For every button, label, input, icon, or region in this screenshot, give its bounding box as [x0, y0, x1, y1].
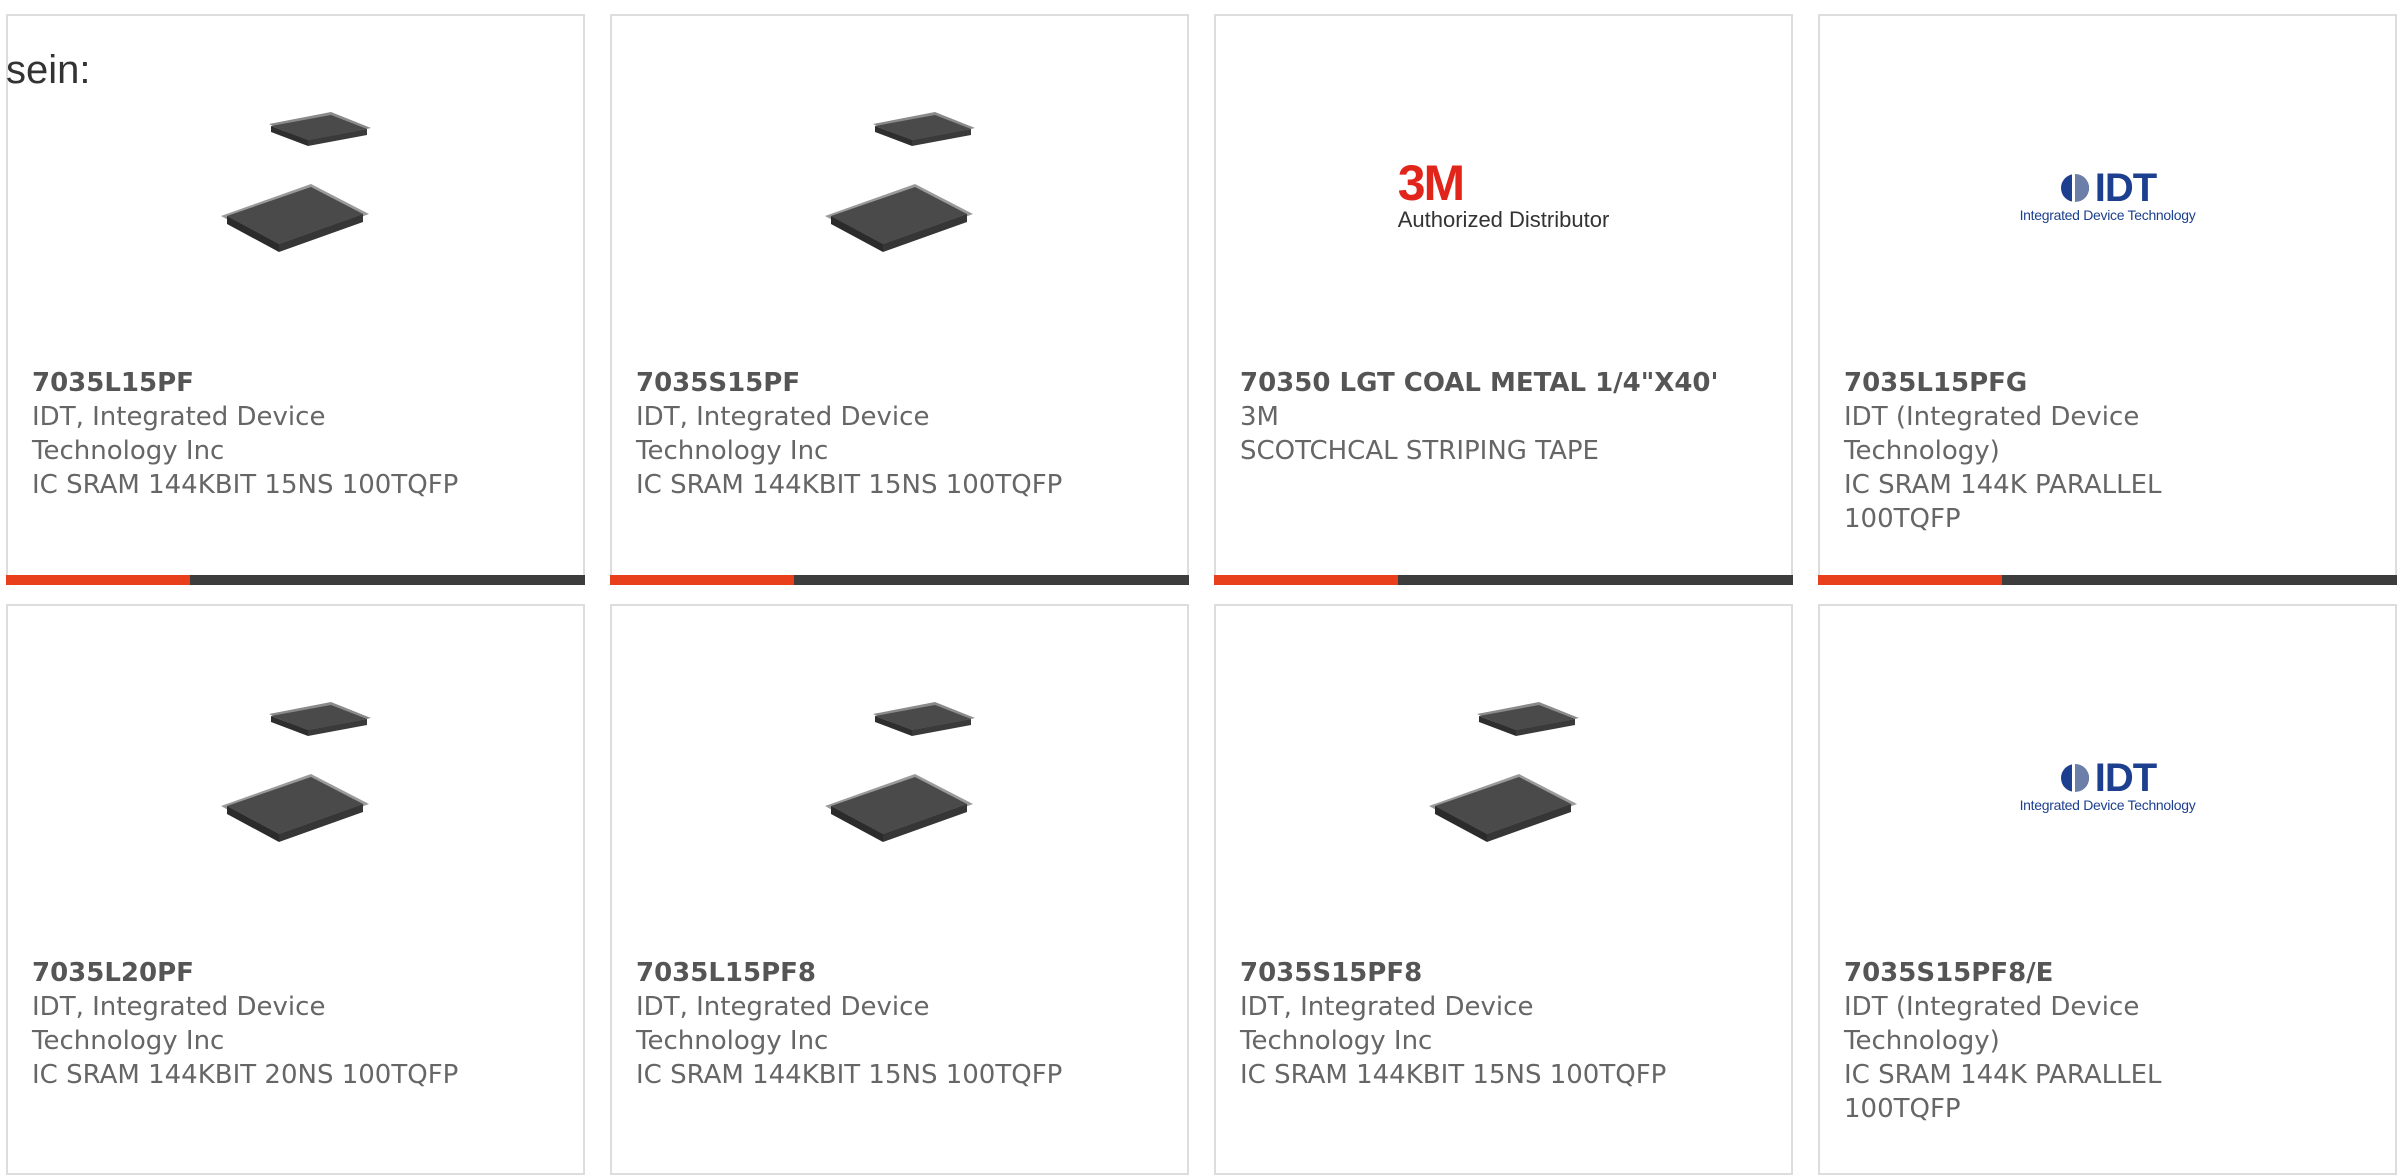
manufacturer: IDT, Integrated Device Technology Inc — [636, 402, 930, 466]
card-bottom-bar — [610, 575, 1189, 585]
product-info: 7035L15PF8 IDT, Integrated Device Techno… — [636, 956, 1167, 1092]
chip-image — [795, 686, 1005, 886]
product-info: 7035L15PF IDT, Integrated Device Technol… — [32, 366, 563, 502]
product-info: 7035L20PF IDT, Integrated Device Technol… — [32, 956, 563, 1092]
manufacturer: IDT, Integrated Device Technology Inc — [636, 992, 930, 1056]
idt-logo-word: IDT — [2094, 756, 2157, 800]
product-info: 7035L15PFG IDT (Integrated Device Techno… — [1844, 366, 2375, 536]
qfp-chip-icon — [824, 112, 975, 252]
3m-logo-subtext: Authorized Distributor — [1397, 207, 1610, 232]
part-number[interactable]: 7035L15PF8 — [636, 956, 1167, 990]
description: IC SRAM 144K PARALLEL 100TQFP — [1844, 1060, 2162, 1124]
accent-bar — [610, 575, 794, 585]
product-card[interactable]: IDT Integrated Device Technology 7035S15… — [1818, 604, 2397, 1175]
description: IC SRAM 144KBIT 20NS 100TQFP — [32, 1060, 459, 1090]
card-bottom-bar — [1214, 575, 1793, 585]
chip-image — [1399, 686, 1609, 886]
product-card[interactable]: 7035L20PF IDT, Integrated Device Technol… — [6, 604, 585, 1175]
product-info: 7035S15PF8 IDT, Integrated Device Techno… — [1240, 956, 1771, 1092]
brand-logo-image: IDT Integrated Device Technology — [2003, 96, 2213, 296]
description: IC SRAM 144KBIT 15NS 100TQFP — [1240, 1060, 1667, 1090]
qfp-chip-icon — [220, 702, 371, 842]
card-bottom-bar — [1818, 575, 2397, 585]
part-number[interactable]: 7035L15PFG — [1844, 366, 2375, 400]
part-number[interactable]: 70350 LGT COAL METAL 1/4"X40' — [1240, 366, 1771, 400]
product-card[interactable]: 7035L15PF IDT, Integrated Device Technol… — [6, 14, 585, 585]
qfp-chip-icon — [824, 702, 975, 842]
chip-image — [191, 686, 401, 886]
3m-logo-mark: 3M — [1397, 155, 1465, 211]
idt-emblem-icon — [2060, 763, 2089, 793]
idt-logo-subtext: Integrated Device Technology — [2019, 797, 2196, 813]
product-info: 7035S15PF8/E IDT (Integrated Device Tech… — [1844, 956, 2375, 1126]
description: IC SRAM 144K PARALLEL 100TQFP — [1844, 470, 2162, 534]
manufacturer: IDT, Integrated Device Technology Inc — [32, 402, 326, 466]
lead-text: sein: — [6, 48, 91, 92]
product-card[interactable]: 7035S15PF8 IDT, Integrated Device Techno… — [1214, 604, 1793, 1175]
chip-image — [795, 96, 1005, 296]
product-card[interactable]: 7035L15PF8 IDT, Integrated Device Techno… — [610, 604, 1189, 1175]
accent-bar — [1818, 575, 2002, 585]
idt-logo: IDT Integrated Device Technology — [2019, 756, 2196, 813]
manufacturer: IDT, Integrated Device Technology Inc — [32, 992, 326, 1056]
part-number[interactable]: 7035S15PF8/E — [1844, 956, 2375, 990]
manufacturer: IDT (Integrated Device Technology) — [1844, 992, 2140, 1056]
card-bottom-bar — [6, 575, 585, 585]
qfp-chip-icon — [220, 112, 371, 252]
manufacturer: 3M — [1240, 402, 1279, 432]
idt-logo-word: IDT — [2094, 166, 2157, 210]
product-grid: 7035L15PF IDT, Integrated Device Technol… — [0, 0, 2400, 1175]
product-info: 70350 LGT COAL METAL 1/4"X40' 3M SCOTCHC… — [1240, 366, 1771, 468]
chip-image — [191, 96, 401, 296]
idt-logo: IDT Integrated Device Technology — [2019, 166, 2196, 223]
product-card[interactable]: IDT Integrated Device Technology 7035L15… — [1818, 14, 2397, 585]
brand-logo-image: 3M Authorized Distributor — [1397, 96, 1610, 296]
accent-bar — [1214, 575, 1398, 585]
description: IC SRAM 144KBIT 15NS 100TQFP — [636, 470, 1063, 500]
manufacturer: IDT (Integrated Device Technology) — [1844, 402, 2140, 466]
description: SCOTCHCAL STRIPING TAPE — [1240, 436, 1599, 466]
manufacturer: IDT, Integrated Device Technology Inc — [1240, 992, 1534, 1056]
part-number[interactable]: 7035S15PF8 — [1240, 956, 1771, 990]
product-card[interactable]: 3M Authorized Distributor 70350 LGT COAL… — [1214, 14, 1793, 585]
part-number[interactable]: 7035S15PF — [636, 366, 1167, 400]
product-card[interactable]: 7035S15PF IDT, Integrated Device Technol… — [610, 14, 1189, 585]
qfp-chip-icon — [1428, 702, 1579, 842]
3m-logo: 3M Authorized Distributor — [1397, 155, 1610, 233]
accent-bar — [6, 575, 190, 585]
part-number[interactable]: 7035L20PF — [32, 956, 563, 990]
description: IC SRAM 144KBIT 15NS 100TQFP — [32, 470, 459, 500]
brand-logo-image: IDT Integrated Device Technology — [2003, 686, 2213, 886]
product-info: 7035S15PF IDT, Integrated Device Technol… — [636, 366, 1167, 502]
idt-logo-subtext: Integrated Device Technology — [2019, 207, 2196, 223]
part-number[interactable]: 7035L15PF — [32, 366, 563, 400]
description: IC SRAM 144KBIT 15NS 100TQFP — [636, 1060, 1063, 1090]
idt-emblem-icon — [2060, 173, 2089, 203]
